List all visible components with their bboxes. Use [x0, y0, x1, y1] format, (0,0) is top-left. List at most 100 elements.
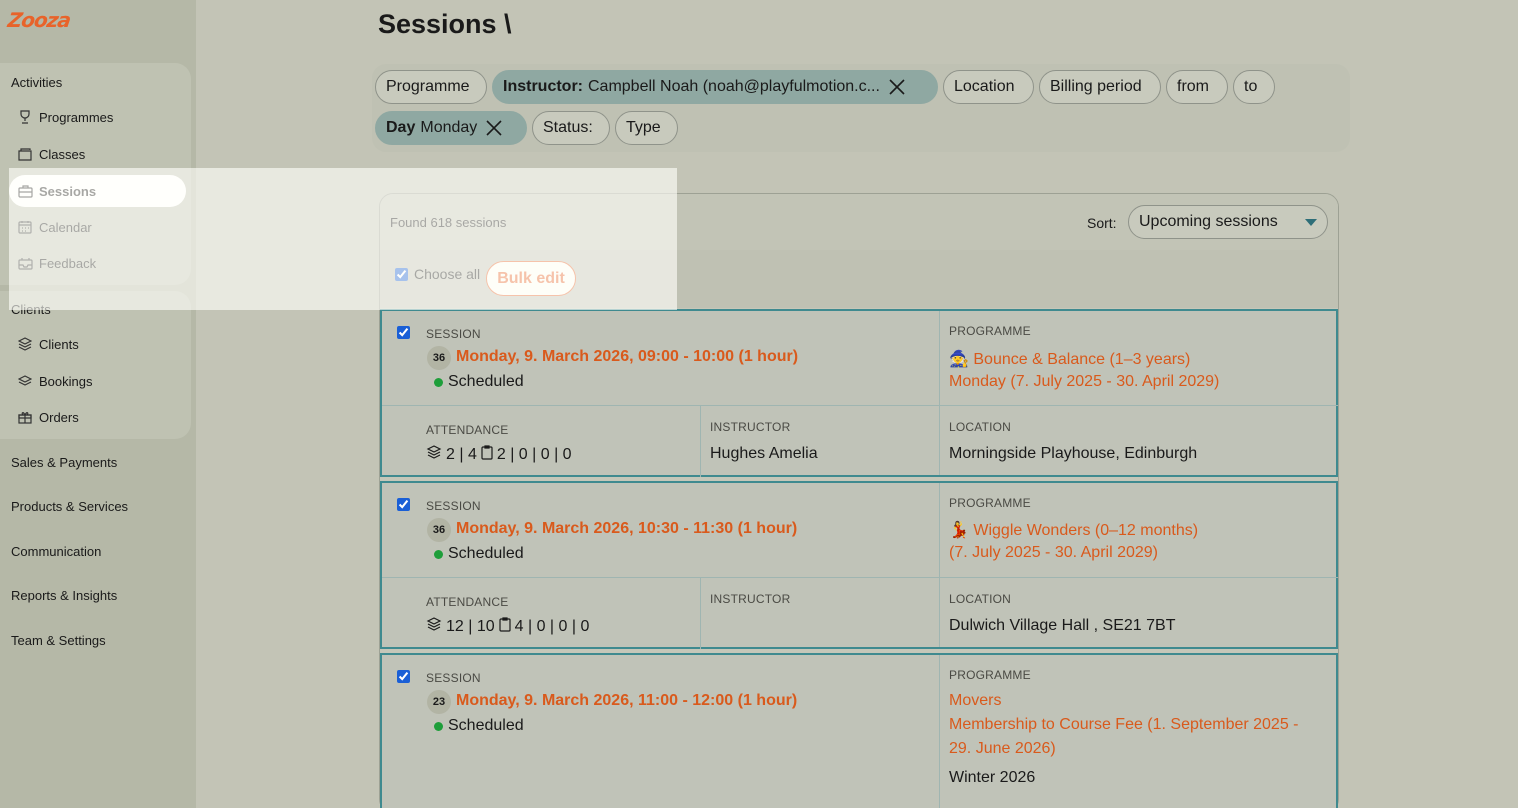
- filter-bar: Programme Instructor: Campbell Noah (noa…: [372, 64, 1350, 152]
- filter-to[interactable]: to: [1233, 70, 1275, 104]
- inbox-icon: [9, 257, 39, 270]
- sidebar-link-reports-insights[interactable]: Reports & Insights: [11, 588, 117, 603]
- session-date-link[interactable]: Monday, 9. March 2026, 09:00 - 10:00 (1 …: [456, 348, 798, 366]
- sidebar-group-clients: Clients Clients Bookings Orders: [0, 291, 191, 439]
- group-title-clients: Clients: [11, 302, 51, 317]
- caret-down-icon: [1305, 219, 1317, 226]
- attendance-bookings: 12 | 10: [446, 617, 495, 635]
- session-card[interactable]: SESSION 36 Monday, 9. March 2026, 10:30 …: [380, 481, 1338, 649]
- session-count-badge: 36: [427, 518, 451, 542]
- filter-label: to: [1244, 78, 1258, 95]
- attendance-status-counts: 2 | 0 | 0 | 0: [496, 445, 572, 463]
- filter-location[interactable]: Location: [943, 70, 1034, 104]
- bulk-edit-button[interactable]: Bulk edit: [486, 261, 576, 296]
- programme-link[interactable]: 🧙 Bounce & Balance (1–3 years): [949, 349, 1190, 369]
- sidebar-link-communication[interactable]: Communication: [11, 544, 101, 559]
- session-checkbox[interactable]: [397, 670, 410, 683]
- instructor-name: Hughes Amelia: [710, 445, 818, 462]
- session-status: Scheduled: [434, 717, 524, 735]
- session-card[interactable]: SESSION 36 Monday, 9. March 2026, 09:00 …: [380, 309, 1338, 477]
- filter-instructor[interactable]: Instructor: Campbell Noah (noah@playfulm…: [492, 70, 938, 104]
- sidebar-item-label: Clients: [39, 336, 79, 352]
- attendance-label: ATTENDANCE: [426, 595, 509, 609]
- programme-link[interactable]: Movers: [949, 692, 1001, 710]
- session-date-link[interactable]: Monday, 9. March 2026, 10:30 - 11:30 (1 …: [456, 520, 797, 538]
- session-card[interactable]: SESSION 23 Monday, 9. March 2026, 11:00 …: [380, 653, 1338, 808]
- status-text: Scheduled: [448, 373, 524, 390]
- filter-programme[interactable]: Programme: [375, 70, 487, 104]
- location-name: Dulwich Village Hall , SE21 7BT: [949, 617, 1176, 634]
- filter-label: Location: [954, 78, 1015, 95]
- sidebar-item-feedback[interactable]: Feedback: [9, 247, 186, 279]
- attendance-label: ATTENDANCE: [426, 423, 509, 437]
- stack-icon: [9, 374, 39, 388]
- sidebar-link-team-settings[interactable]: Team & Settings: [11, 633, 106, 648]
- sidebar-item-calendar[interactable]: Calendar: [9, 211, 186, 243]
- programme-schedule-link[interactable]: Membership to Course Fee (1. September 2…: [949, 716, 1299, 734]
- session-count-badge: 36: [427, 346, 451, 370]
- sidebar-item-label: Feedback: [39, 255, 97, 271]
- close-icon[interactable]: [888, 78, 906, 96]
- programme-label: PROGRAMME: [949, 496, 1031, 510]
- filter-label: from: [1177, 78, 1209, 95]
- sidebar-item-label: Sessions: [39, 183, 97, 199]
- filter-type[interactable]: Type: [615, 111, 678, 145]
- found-count: Found 618 sessions: [390, 215, 507, 230]
- trophy-icon: [9, 110, 39, 124]
- session-label: SESSION: [426, 671, 481, 685]
- status-text: Scheduled: [448, 717, 524, 734]
- filter-value: Monday: [420, 119, 478, 136]
- layers-icon: [9, 337, 39, 351]
- session-date-link[interactable]: Monday, 9. March 2026, 11:00 - 12:00 (1 …: [456, 692, 797, 710]
- group-title-activities: Activities: [11, 75, 63, 90]
- session-checkbox[interactable]: [397, 326, 410, 339]
- sidebar-link-sales-payments[interactable]: Sales & Payments: [11, 455, 117, 470]
- filter-from[interactable]: from: [1166, 70, 1228, 104]
- sidebar-item-orders[interactable]: Orders: [9, 401, 186, 433]
- filter-label: Type: [626, 119, 661, 136]
- programme-label: PROGRAMME: [949, 324, 1031, 338]
- programme-schedule-link[interactable]: (7. July 2025 - 30. April 2029): [949, 544, 1158, 562]
- filter-label: Status:: [543, 119, 593, 136]
- folder-icon: [9, 147, 39, 161]
- programme-schedule-link[interactable]: 29. June 2026): [949, 740, 1056, 758]
- zooza-logo[interactable]: Zooza: [6, 8, 71, 32]
- sort-select[interactable]: Upcoming sessions: [1128, 205, 1328, 239]
- filter-status[interactable]: Status:: [532, 111, 610, 145]
- programme-schedule-link[interactable]: Monday (7. July 2025 - 30. April 2029): [949, 373, 1219, 391]
- page-title: Sessions \: [378, 9, 512, 39]
- instructor-label: INSTRUCTOR: [710, 592, 791, 606]
- sort-label: Sort:: [1087, 215, 1117, 231]
- sort-value: Upcoming sessions: [1139, 213, 1278, 230]
- sidebar-item-sessions[interactable]: Sessions: [9, 175, 186, 207]
- status-text: Scheduled: [448, 545, 524, 562]
- instructor-label: INSTRUCTOR: [710, 420, 791, 434]
- sidebar-item-clients[interactable]: Clients: [9, 328, 186, 360]
- attendance-bookings: 2 | 4: [446, 445, 477, 463]
- location-label: LOCATION: [949, 592, 1012, 606]
- sidebar: Zooza Activities Programmes Classes Sess…: [0, 0, 196, 808]
- programme-label: PROGRAMME: [949, 668, 1031, 682]
- session-checkbox[interactable]: [397, 498, 410, 511]
- session-label: SESSION: [426, 327, 481, 341]
- close-icon[interactable]: [485, 119, 503, 137]
- session-label: SESSION: [426, 499, 481, 513]
- filter-day[interactable]: Day Monday: [375, 111, 527, 145]
- attendance-values: 12 | 10 4 | 0 | 0 | 0: [426, 616, 589, 637]
- layers-icon: [426, 616, 442, 637]
- choose-all[interactable]: Choose all: [395, 266, 480, 282]
- sidebar-item-bookings[interactable]: Bookings: [9, 365, 186, 397]
- status-dot-icon: [434, 721, 443, 731]
- gift-icon: [9, 410, 39, 424]
- programme-link[interactable]: 💃 Wiggle Wonders (0–12 months): [949, 520, 1198, 540]
- sidebar-item-programmes[interactable]: Programmes: [9, 101, 186, 133]
- choose-all-checkbox[interactable]: [395, 267, 408, 281]
- sidebar-link-products-services[interactable]: Products & Services: [11, 499, 128, 514]
- filter-billing-period[interactable]: Billing period: [1039, 70, 1161, 104]
- sidebar-item-classes[interactable]: Classes: [9, 138, 186, 170]
- sidebar-item-label: Calendar: [39, 219, 92, 235]
- filter-label: Instructor:: [503, 78, 583, 95]
- sidebar-item-label: Orders: [39, 409, 79, 425]
- filter-label: Programme: [386, 78, 470, 95]
- filter-label: Day: [386, 119, 416, 136]
